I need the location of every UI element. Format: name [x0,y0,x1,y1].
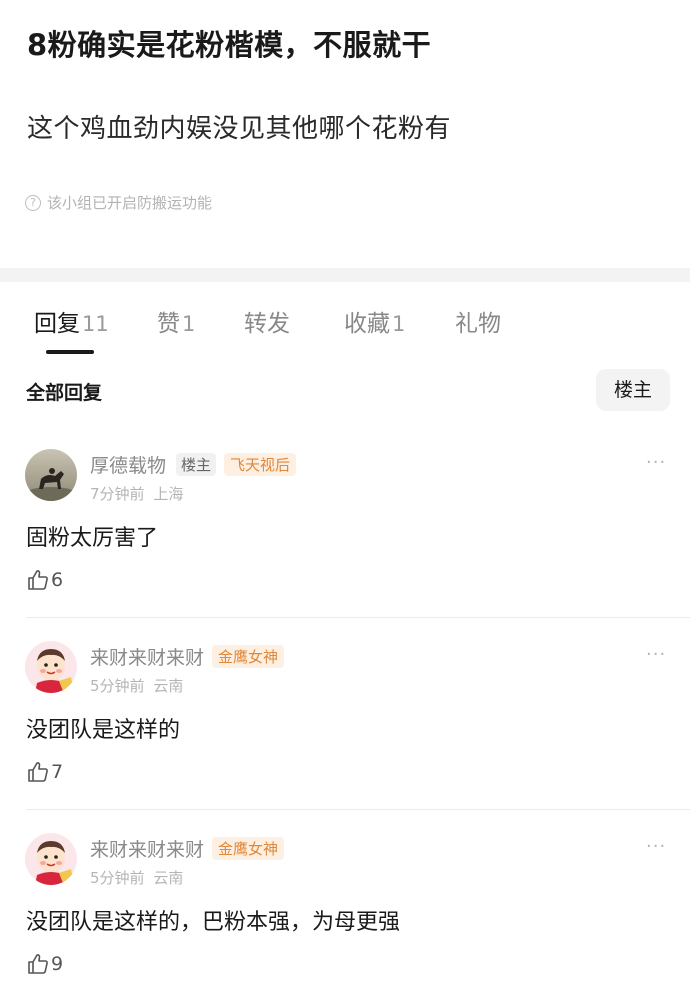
tab-favorites[interactable]: 收藏1 [344,304,405,338]
avatar-cartoon-image [25,641,77,693]
notice-text: 该小组已开启防搬运功能 [47,194,213,212]
post-title: 8粉确实是花粉楷模，不服就干 [27,28,432,62]
tab-reposts-label: 转发 [244,311,290,337]
tab-gifts[interactable]: 礼物 [455,304,501,338]
avatar[interactable] [25,641,77,693]
question-circle-icon: ? [25,194,41,211]
owner-badge: 楼主 [176,453,217,476]
avatar[interactable] [25,833,77,885]
comment-location: 云南 [153,869,184,887]
interaction-tabs: 回复11 赞1 转发 收藏1 礼物 [0,282,690,360]
like-count: 9 [51,953,64,975]
thumbs-up-icon [28,762,48,782]
tab-likes[interactable]: 赞1 [157,304,195,338]
comment-location: 云南 [153,677,184,695]
avatar-cartoon-image [25,833,77,885]
avatar-horse-image [25,449,77,501]
comment-divider [26,809,690,810]
comment-meta: 7分钟前 上海 [90,483,183,504]
more-options-icon[interactable]: ··· [646,644,666,665]
like-button[interactable]: 9 [26,952,63,976]
like-count: 6 [51,569,64,591]
comment-username-row: 来财来财来财 金鹰女神 [90,643,285,670]
comment-meta: 5分钟前 云南 [90,867,183,888]
comment-text: 没团队是这样的 [26,718,181,743]
more-options-icon[interactable]: ··· [646,452,666,473]
comment-text: 没团队是这样的，巴粉本强，为母更强 [26,910,401,935]
post-card: 8粉确实是花粉楷模，不服就干 这个鸡血劲内娱没见其他哪个花粉有 ? 该小组已开启… [0,0,690,268]
tab-likes-label: 赞 [157,311,180,337]
tab-favorites-count: 1 [392,312,406,336]
comment-username-row: 厚德载物 楼主 飞天视后 [90,451,297,478]
tab-replies-count: 11 [82,312,109,336]
username[interactable]: 来财来财来财 [90,839,204,861]
username[interactable]: 来财来财来财 [90,647,204,669]
like-count: 7 [51,761,64,783]
active-tab-indicator [46,350,94,354]
title-badge: 飞天视后 [224,453,297,476]
avatar[interactable] [25,449,77,501]
owner-only-filter-button[interactable]: 楼主 [596,369,670,411]
post-body: 这个鸡血劲内娱没见其他哪个花粉有 [27,114,452,144]
comment-divider [26,617,690,618]
username[interactable]: 厚德载物 [90,455,166,477]
tab-replies[interactable]: 回复11 [34,304,109,338]
thumbs-up-icon [28,954,48,974]
comment-time: 5分钟前 [90,869,145,887]
thumbs-up-icon [28,570,48,590]
section-separator [0,268,690,282]
tab-reposts[interactable]: 转发 [244,304,290,338]
comment-location: 上海 [153,485,184,503]
tab-replies-label: 回复 [34,311,80,337]
tab-gifts-label: 礼物 [455,311,501,337]
more-options-icon[interactable]: ··· [646,836,666,857]
comment-time: 7分钟前 [90,485,145,503]
like-button[interactable]: 7 [26,760,63,784]
all-replies-heading: 全部回复 [26,382,103,404]
tab-favorites-label: 收藏 [344,311,390,337]
comment-time: 5分钟前 [90,677,145,695]
title-badge: 金鹰女神 [212,645,285,668]
comment-username-row: 来财来财来财 金鹰女神 [90,835,285,862]
anti-repost-notice: ? 该小组已开启防搬运功能 [25,192,212,213]
comment-meta: 5分钟前 云南 [90,675,183,696]
comment-text: 固粉太厉害了 [26,526,159,551]
title-badge: 金鹰女神 [212,837,285,860]
like-button[interactable]: 6 [26,568,63,592]
tab-likes-count: 1 [182,312,196,336]
